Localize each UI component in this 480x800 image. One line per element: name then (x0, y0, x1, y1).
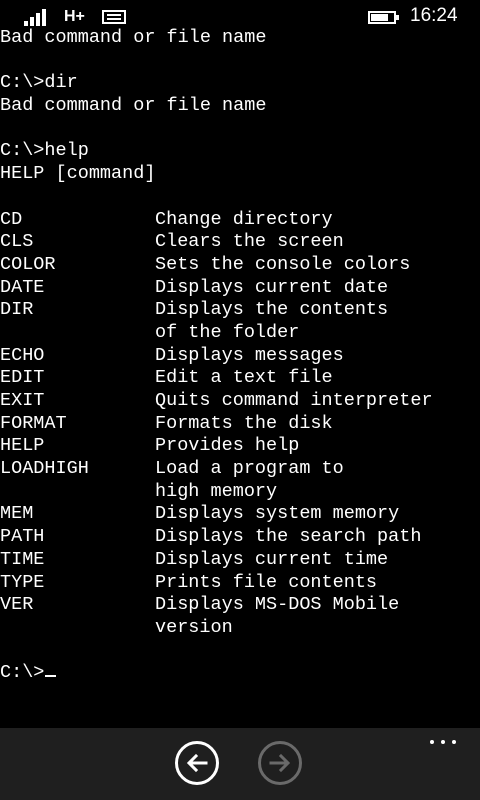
help-command (0, 322, 155, 345)
help-command (0, 481, 155, 504)
help-description: Prints file contents (155, 571, 378, 593)
help-entry: CD Change directory (0, 209, 480, 232)
help-command: EDIT (0, 367, 45, 389)
terminal-output[interactable]: Bad command or file name C:\>dir Bad comma… (0, 27, 480, 717)
help-entry: ECHO Displays messages (0, 345, 480, 368)
help-entry: PATH Displays the search path (0, 526, 480, 549)
help-command: CD (0, 208, 23, 230)
help-description: Displays current time (155, 548, 389, 570)
battery-icon (368, 11, 399, 24)
network-type: H+ (64, 8, 85, 25)
help-description: Edit a text file (155, 367, 333, 389)
help-entry: EXIT Quits command interpreter (0, 390, 480, 413)
help-command: CLS (0, 231, 34, 253)
help-entry: FORMAT Formats the disk (0, 413, 480, 436)
prompt-text: C:\> (0, 662, 45, 684)
help-description: Displays system memory (155, 503, 400, 525)
help-entry: DATE Displays current date (0, 277, 480, 300)
help-command (0, 617, 155, 640)
help-command: FORMAT (0, 412, 67, 434)
help-entry: EDIT Edit a text file (0, 367, 480, 390)
ellipsis-icon (430, 740, 434, 744)
help-entry: DIR Displays the contents (0, 299, 480, 322)
help-command: PATH (0, 526, 45, 548)
help-entry: HELP Provides help (0, 435, 480, 458)
help-command: TIME (0, 548, 45, 570)
help-entry: LOADHIGH Load a program to (0, 458, 480, 481)
help-description: Displays MS-DOS Mobile (155, 594, 400, 616)
help-entry: TYPE Prints file contents (0, 572, 480, 595)
help-command: HELP (0, 435, 45, 457)
help-description: Displays current date (155, 276, 389, 298)
help-entry: MEM Displays system memory (0, 503, 480, 526)
help-entry: TIME Displays current time (0, 549, 480, 572)
help-command: DATE (0, 276, 45, 298)
help-description: Change directory (155, 208, 333, 230)
help-description: Displays the search path (155, 526, 422, 548)
help-command: ECHO (0, 344, 45, 366)
help-description: of the folder (155, 321, 300, 343)
message-icon (102, 10, 126, 24)
help-command: VER (0, 594, 34, 616)
help-description: Displays messages (155, 344, 344, 366)
battery-level (371, 14, 388, 21)
help-command: LOADHIGH (0, 458, 89, 480)
help-command: EXIT (0, 390, 45, 411)
help-entry: of the folder (0, 322, 480, 345)
help-description: Quits command interpreter (155, 390, 433, 411)
signal-strength-icon (24, 8, 52, 26)
help-entry: VER Displays MS-DOS Mobile (0, 594, 480, 617)
help-entry: COLOR Sets the console colors (0, 254, 480, 277)
help-command: TYPE (0, 571, 45, 593)
help-description: Provides help (155, 435, 300, 457)
terminal-line: Bad command or file name (0, 95, 267, 117)
command-prompt[interactable]: C:\> (0, 662, 480, 685)
help-description: Sets the console colors (155, 253, 411, 275)
help-entry: high memory (0, 481, 480, 504)
back-arrow-icon (186, 753, 208, 773)
more-options-button[interactable] (430, 738, 458, 746)
text-cursor (45, 675, 57, 678)
help-description: Displays the contents (155, 299, 389, 321)
help-entry: CLS Clears the screen (0, 231, 480, 254)
terminal-line: C:\>help (0, 140, 89, 162)
app-bar (0, 728, 480, 800)
help-command: MEM (0, 503, 34, 525)
help-command: COLOR (0, 253, 56, 275)
forward-arrow-icon (269, 753, 291, 773)
help-description: Formats the disk (155, 412, 333, 434)
help-entry: version (0, 617, 480, 640)
terminal-line: HELP [command] (0, 163, 156, 185)
back-button[interactable] (175, 741, 219, 785)
help-description: Clears the screen (155, 231, 344, 253)
clock: 16:24 (410, 5, 458, 26)
help-description: high memory (155, 480, 278, 502)
terminal-line: C:\>dir (0, 72, 78, 94)
help-description: version (155, 616, 233, 638)
help-description: Load a program to (155, 458, 344, 480)
terminal-line: Bad command or file name (0, 27, 267, 48)
help-command: DIR (0, 299, 34, 321)
forward-button[interactable] (258, 741, 302, 785)
